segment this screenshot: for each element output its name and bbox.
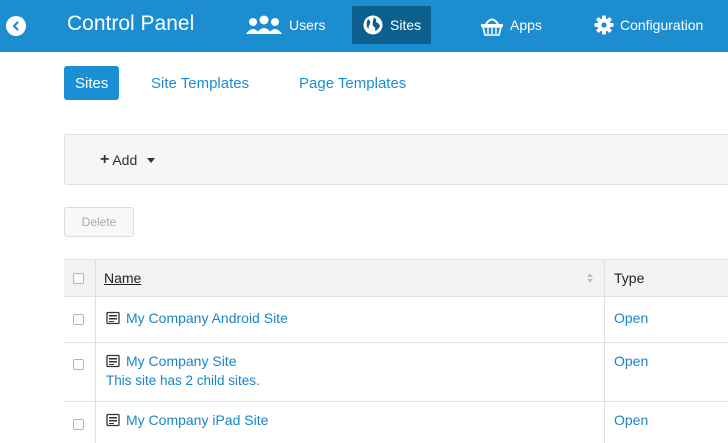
table-header-row: Name Type	[64, 260, 728, 297]
nav-users[interactable]: Users	[235, 6, 336, 44]
back-button[interactable]	[6, 16, 26, 36]
add-label: Add	[112, 152, 138, 168]
site-icon	[106, 413, 120, 427]
site-link[interactable]: My Company iPad Site	[106, 412, 268, 428]
site-type[interactable]: Open	[614, 310, 648, 326]
tab-site-templates[interactable]: Site Templates	[140, 66, 260, 100]
management-toolbar: + Add	[64, 134, 728, 185]
row-type-cell: Open	[605, 402, 728, 443]
nav-apps[interactable]: Apps	[470, 6, 552, 44]
site-link[interactable]: My Company Site	[106, 353, 236, 369]
row-checkbox[interactable]	[73, 359, 84, 370]
child-sites-note[interactable]: This site has 2 child sites.	[106, 373, 260, 388]
page-title: Control Panel	[67, 12, 195, 35]
select-all-checkbox[interactable]	[73, 273, 84, 284]
sort-icon[interactable]	[586, 272, 594, 284]
column-header-type: Type	[614, 270, 645, 286]
tab-page-templates[interactable]: Page Templates	[288, 66, 417, 100]
add-button[interactable]: + Add	[100, 151, 156, 169]
header-name-cell[interactable]: Name	[96, 260, 605, 296]
row-check-cell	[64, 297, 96, 342]
plus-icon: +	[100, 151, 110, 168]
site-icon	[106, 354, 120, 368]
row-type-cell: Open	[605, 297, 728, 342]
row-name-cell: My Company iPad Site	[96, 402, 605, 443]
site-name: My Company iPad Site	[126, 412, 269, 428]
row-check-cell	[64, 343, 96, 401]
tab-sites[interactable]: Sites	[64, 66, 120, 100]
top-navigation-bar: Control Panel Users Sites Apps Configura…	[0, 0, 728, 52]
header-type-cell: Type	[605, 260, 728, 296]
globe-icon	[363, 15, 383, 35]
row-check-cell	[64, 402, 96, 443]
nav-sites[interactable]: Sites	[352, 6, 432, 44]
delete-button[interactable]: Delete	[64, 207, 134, 237]
nav-users-label: Users	[289, 17, 326, 33]
site-link[interactable]: My Company Android Site	[106, 310, 288, 326]
site-name: My Company Site	[126, 353, 237, 369]
site-icon	[106, 311, 120, 325]
nav-apps-label: Apps	[510, 17, 542, 33]
row-checkbox[interactable]	[73, 419, 84, 430]
nav-sites-label: Sites	[390, 17, 422, 33]
row-checkbox[interactable]	[73, 314, 84, 325]
users-icon	[246, 15, 282, 34]
header-check-cell	[64, 260, 96, 296]
row-name-cell: My Company Site This site has 2 child si…	[96, 343, 605, 401]
row-name-cell: My Company Android Site	[96, 297, 605, 342]
nav-configuration[interactable]: Configuration	[584, 6, 713, 44]
table-row: My Company Site This site has 2 child si…	[64, 343, 728, 402]
site-name: My Company Android Site	[126, 310, 288, 326]
chevron-left-icon	[12, 21, 19, 31]
gear-icon	[594, 15, 614, 35]
basket-icon	[481, 18, 503, 36]
caret-down-icon	[147, 157, 156, 163]
site-type[interactable]: Open	[614, 412, 648, 428]
sites-table: Name Type My Company Android Site Open M…	[64, 259, 728, 443]
table-row: My Company iPad Site Open	[64, 402, 728, 443]
table-row: My Company Android Site Open	[64, 297, 728, 343]
row-type-cell: Open	[605, 343, 728, 401]
site-type[interactable]: Open	[614, 353, 648, 369]
nav-configuration-label: Configuration	[620, 17, 704, 33]
column-header-name[interactable]: Name	[104, 270, 141, 286]
